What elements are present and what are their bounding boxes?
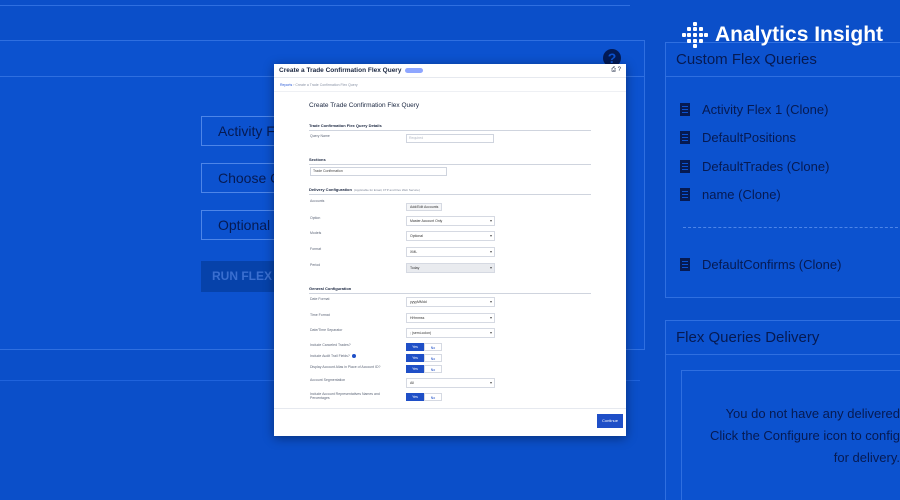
modal-title: Create a Trade Confirmation Flex Query — [279, 67, 402, 74]
flex-queries-delivery-title: Flex Queries Delivery — [666, 321, 900, 355]
custom-flex-queries-title: Custom Flex Queries — [666, 43, 900, 77]
option-select[interactable]: Master Account Only — [406, 216, 495, 226]
document-icon — [680, 160, 690, 173]
models-label: Models — [310, 231, 322, 235]
info-icon — [351, 354, 356, 359]
include-canceled-toggle[interactable]: Yes No — [406, 343, 442, 351]
list-divider — [683, 227, 900, 228]
period-select[interactable]: Today — [406, 263, 495, 273]
option-label: Option — [310, 216, 321, 220]
modal-badge — [405, 68, 424, 73]
sections-input[interactable]: Trade Confirmation — [310, 167, 447, 176]
delivery-configuration-heading: Delivery Configuration (Applicable for Em… — [309, 187, 591, 195]
time-format-select[interactable]: HHmmss — [406, 313, 495, 323]
brand-logo: Analytics Insight — [682, 22, 883, 48]
document-icon — [680, 188, 690, 201]
breadcrumb: Reports › Create a Trade Confirmation Fl… — [274, 78, 626, 92]
date-time-separator-select[interactable]: ; (semi-colon) — [406, 328, 495, 338]
time-format-label: Time Format — [310, 313, 330, 317]
date-time-separator-label: Date/Time Separator — [310, 328, 343, 332]
format-select[interactable]: XML — [406, 247, 495, 257]
flex-query-modal: Create a Trade Confirmation Flex Query ⎙… — [274, 64, 626, 436]
list-item[interactable]: DefaultTrades (Clone) — [680, 159, 829, 174]
general-configuration-heading: General Configuration — [309, 286, 591, 294]
include-audit-label: Include Audit Trail Fields? — [310, 354, 356, 359]
document-icon — [680, 131, 690, 144]
list-item[interactable]: Activity Flex 1 (Clone) — [680, 102, 828, 117]
brand-name: Analytics Insight — [715, 23, 884, 46]
list-item[interactable]: name (Clone) — [680, 187, 781, 202]
print-help-icons[interactable]: ⎙ ? — [611, 67, 621, 74]
breadcrumb-home[interactable]: Reports — [280, 83, 292, 87]
delivery-empty-message: You do not have any delivered Click the … — [709, 406, 900, 465]
query-name-input[interactable]: Required — [406, 134, 494, 143]
account-segmentation-label: Account Segmentation — [310, 378, 346, 382]
list-item[interactable]: DefaultPositions — [680, 130, 796, 145]
page-title: Create Trade Confirmation Flex Query — [309, 102, 420, 109]
details-heading: Trade Confirmation Flex Query Details — [309, 123, 591, 131]
document-icon — [680, 103, 690, 116]
modal-header: Create a Trade Confirmation Flex Query ⎙… — [274, 64, 626, 78]
account-reps-toggle[interactable]: Yes No — [406, 393, 442, 401]
background-top-bar — [0, 0, 630, 6]
account-alias-toggle[interactable]: Yes No — [406, 365, 442, 373]
brand-logo-icon — [682, 22, 708, 48]
period-label: Period — [310, 263, 321, 267]
query-name-label: Query Name — [310, 134, 330, 138]
account-alias-label: Display Account Alias in Place of Accoun… — [310, 365, 381, 369]
accounts-label: Accounts — [310, 199, 325, 203]
format-label: Format — [310, 247, 322, 251]
date-format-label: Date Format — [310, 297, 330, 301]
breadcrumb-current: Create a Trade Confirmation Flex Query — [295, 83, 358, 87]
list-item[interactable]: DefaultConfirms (Clone) — [680, 257, 841, 272]
date-format-select[interactable]: yyyyMMdd — [406, 297, 495, 307]
modal-form: Create Trade Confirmation Flex Query Tra… — [292, 92, 622, 408]
add-edit-accounts-button[interactable]: Add/Edit Accounts — [406, 203, 443, 211]
account-segmentation-select[interactable]: All — [406, 378, 495, 388]
continue-button[interactable]: Continue — [597, 414, 623, 428]
include-audit-toggle[interactable]: Yes No — [406, 354, 442, 362]
models-select[interactable]: Optional — [406, 231, 495, 241]
include-canceled-label: Include Canceled Trades? — [310, 343, 351, 347]
account-reps-label: Include Account Representatives Names an… — [310, 392, 380, 400]
modal-footer: Continue — [274, 408, 626, 436]
document-icon — [680, 258, 690, 271]
sections-heading: Sections — [309, 157, 591, 165]
